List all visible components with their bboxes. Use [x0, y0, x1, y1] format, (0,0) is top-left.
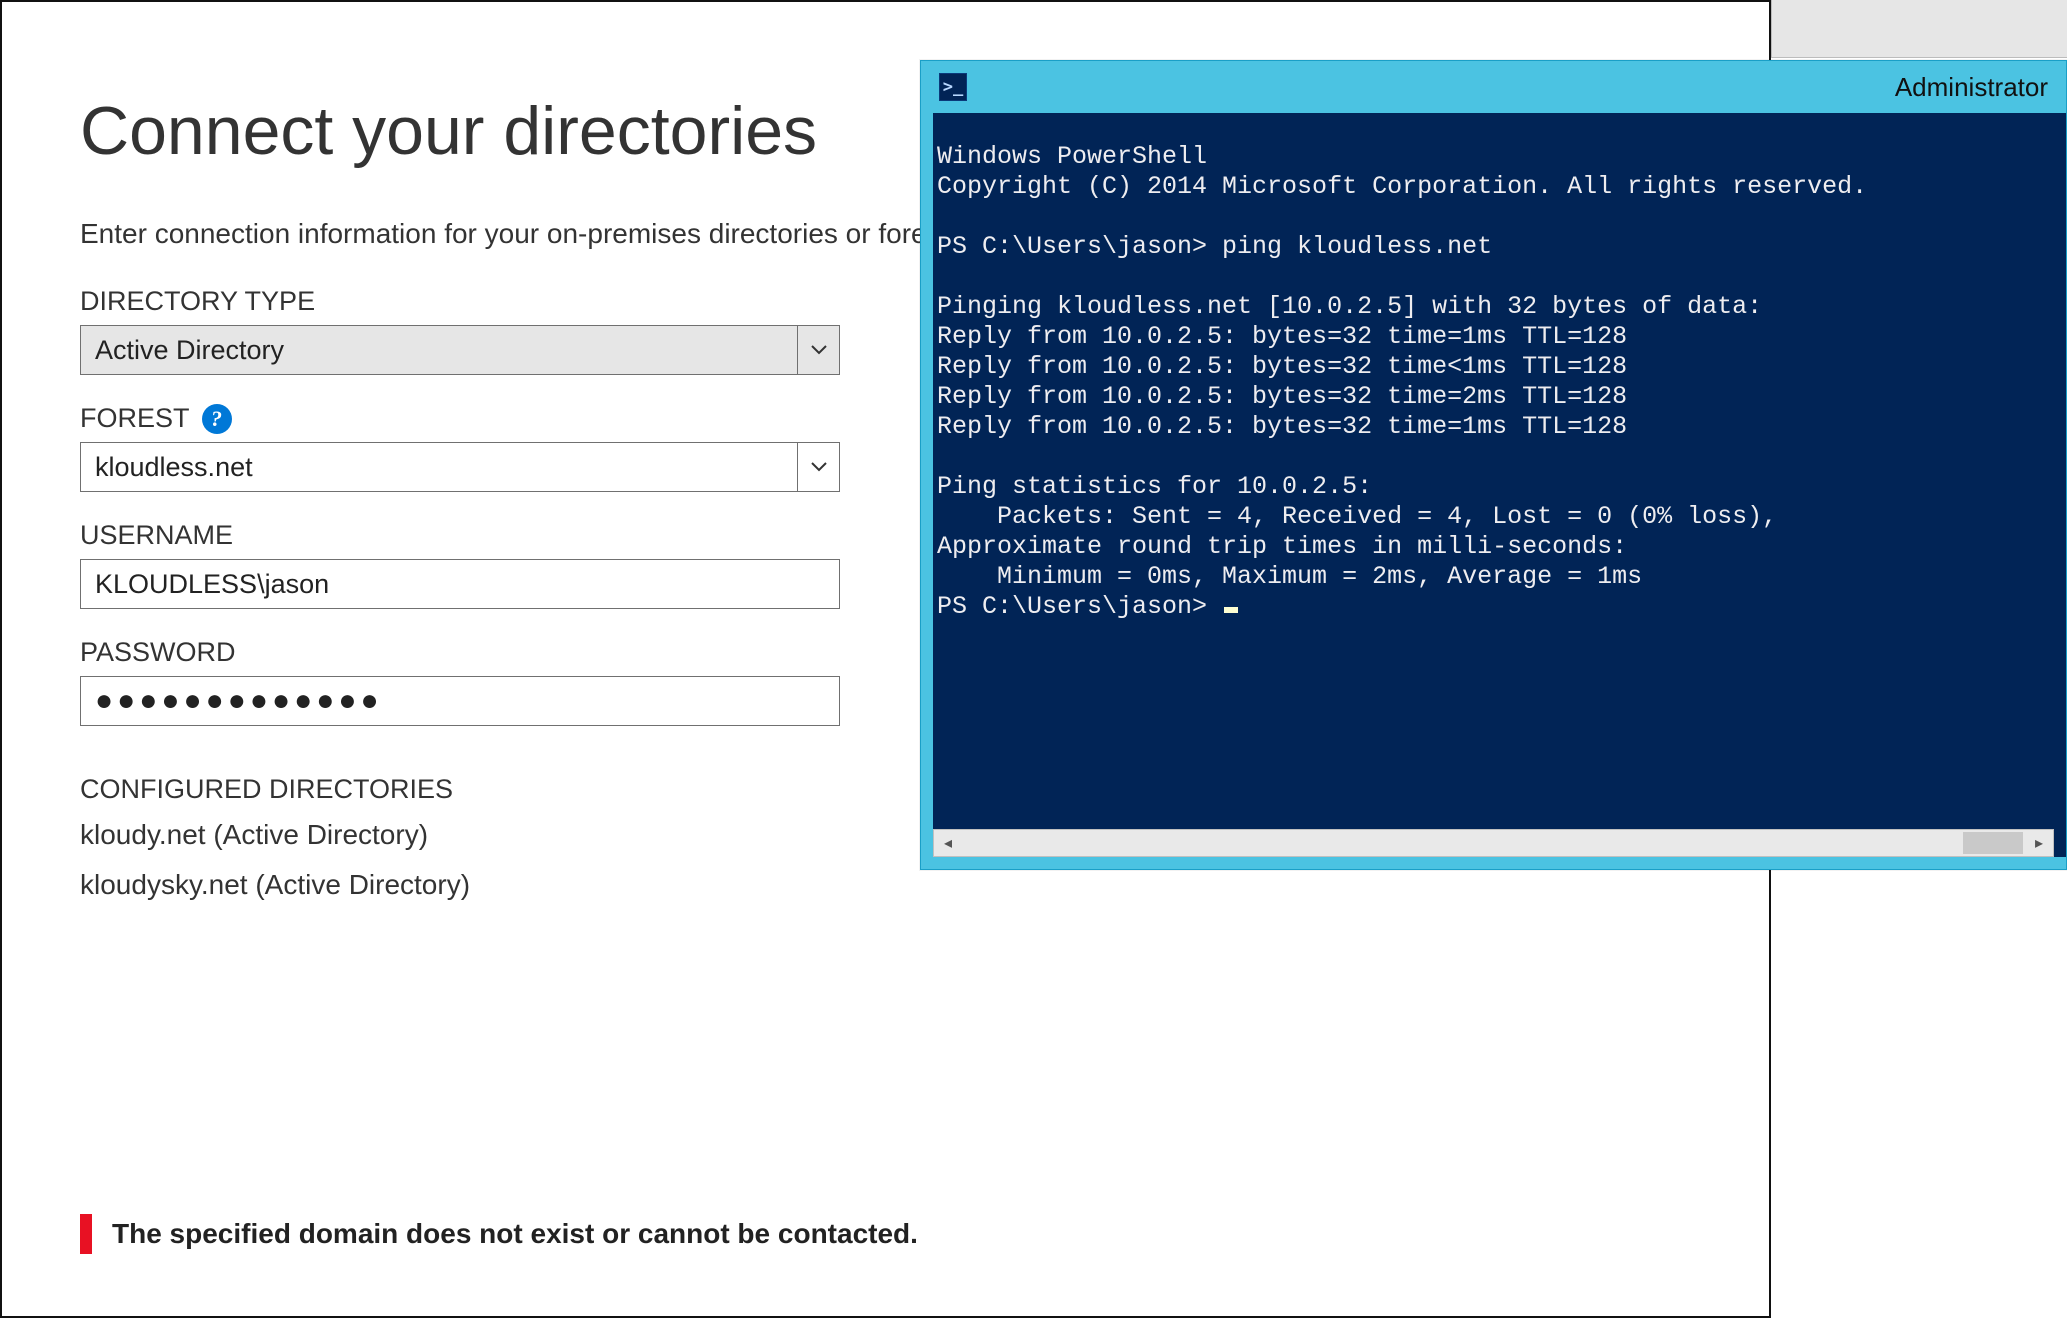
password-masked: ●●●●●●●●●●●●●	[95, 686, 383, 716]
forest-value[interactable]: kloudless.net	[81, 443, 797, 491]
username-input[interactable]: KLOUDLESS\jason	[80, 559, 840, 609]
powershell-window[interactable]: >_ Administrator Windows PowerShell Copy…	[920, 60, 2067, 870]
scroll-thumb[interactable]	[1963, 832, 2023, 854]
scroll-right-icon[interactable]: ▸	[2025, 830, 2053, 856]
directory-type-value: Active Directory	[81, 326, 797, 374]
help-icon[interactable]: ?	[202, 404, 232, 434]
powershell-titlebar[interactable]: >_ Administrator	[921, 61, 2066, 113]
password-input[interactable]: ●●●●●●●●●●●●●	[80, 676, 840, 726]
directory-type-select[interactable]: Active Directory	[80, 325, 840, 375]
scroll-track[interactable]	[962, 830, 2025, 856]
cursor-icon	[1224, 607, 1238, 613]
powershell-icon: >_	[939, 73, 967, 101]
powershell-body[interactable]: Windows PowerShell Copyright (C) 2014 Mi…	[933, 113, 2066, 857]
error-banner: The specified domain does not exist or c…	[80, 1214, 918, 1254]
powershell-title: Administrator	[1895, 72, 2048, 103]
chevron-down-icon[interactable]	[797, 326, 839, 374]
configured-directory-item: kloudysky.net (Active Directory)	[80, 869, 1769, 901]
error-message: The specified domain does not exist or c…	[112, 1218, 918, 1250]
forest-combobox[interactable]: kloudless.net	[80, 442, 840, 492]
chevron-down-icon[interactable]	[797, 443, 839, 491]
powershell-output: Windows PowerShell Copyright (C) 2014 Mi…	[933, 138, 2066, 622]
scroll-left-icon[interactable]: ◂	[934, 830, 962, 856]
username-value: KLOUDLESS\jason	[95, 569, 329, 600]
forest-label-text: FOREST	[80, 403, 190, 434]
error-marker-icon	[80, 1214, 92, 1254]
horizontal-scrollbar[interactable]: ◂ ▸	[933, 829, 2054, 857]
background-window-strip	[1771, 0, 2067, 58]
